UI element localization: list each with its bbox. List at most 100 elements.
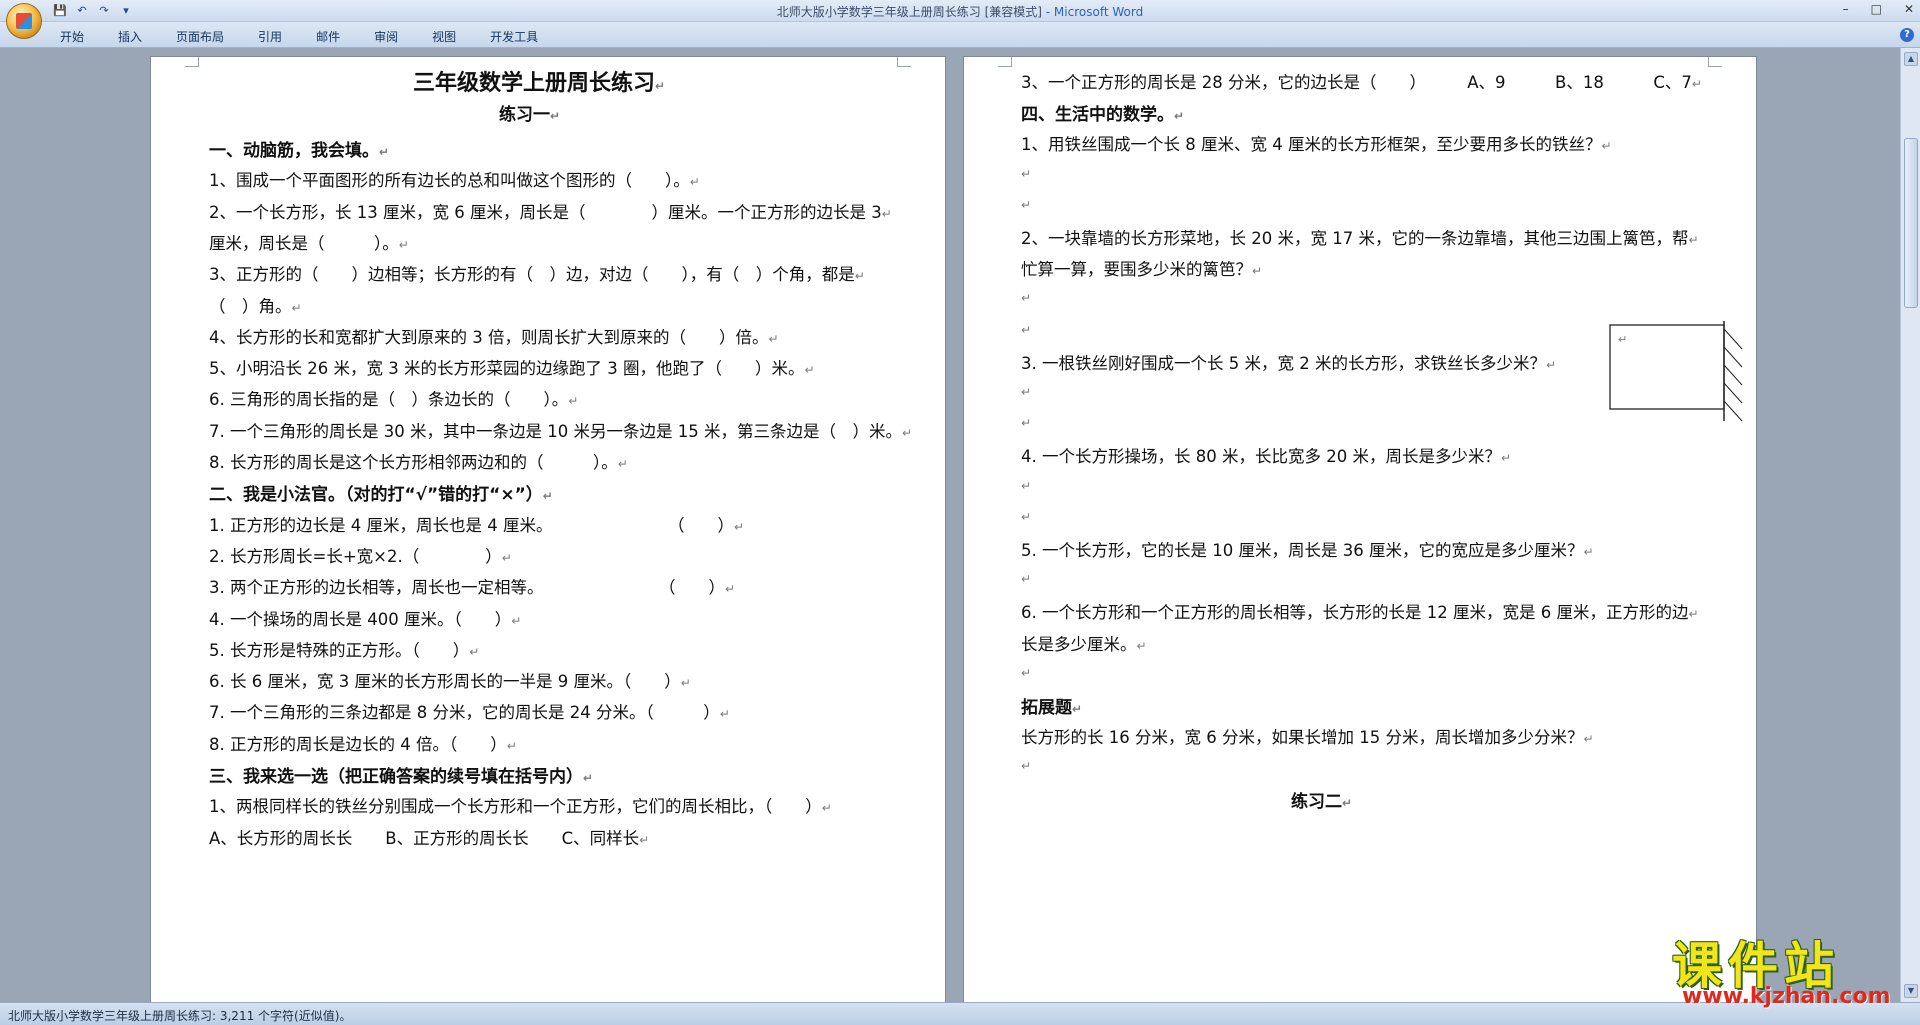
paragraph-mark: ↵ — [1021, 509, 1032, 524]
left-page-content[interactable]: 三年级数学上册周长练习↵ 练习一↵ 一、动脑筋，我会填。↵ 1、围成一个平面图形的… — [209, 57, 912, 1002]
maximize-button[interactable]: □ — [1871, 2, 1882, 16]
line-text: 5. 一个长方形，它的长是 10 厘米，周长是 36 厘米，它的宽应是多少厘米？ — [1021, 541, 1584, 560]
line-text: 2、一个长方形，长 13 厘米，宽 6 厘米，周长是（ ）厘米。一个正方形的边长… — [209, 202, 882, 222]
text-line: 2. 长方形周长=长+宽×2.（ ）↵ — [209, 543, 512, 567]
paragraph-mark: ↵ — [680, 676, 691, 691]
line-text: 6. 一个长方形和一个正方形的周长相等，长方形的长是 12 厘米，宽是 6 厘米… — [1021, 603, 1689, 623]
help-icon[interactable]: ? — [1900, 28, 1914, 42]
line-text: 8. 长方形的周长是这个长方形相邻两边和的（ ）。 — [209, 453, 618, 472]
ribbon-tab[interactable]: 插入 — [118, 28, 142, 45]
line-text: 7. 一个三角形的周长是 30 米，其中一条边是 10 米另一条边是 15 米，… — [209, 421, 902, 441]
paragraph-mark: ↵ — [1342, 795, 1353, 810]
office-logo-icon — [16, 13, 32, 29]
paragraph-mark: ↵ — [1174, 109, 1185, 124]
text-line: ↵ — [1021, 194, 1031, 213]
line-text: 一、动脑筋，我会填。 — [209, 141, 379, 161]
vertical-scrollbar[interactable]: ▲ ▼ — [1900, 48, 1920, 1002]
ribbon-tabs: 开始 插入 页面布局 引用 邮件 审阅 视图 开发工具 — [60, 28, 572, 45]
text-line: 7. 一个三角形的三条边都是 8 分米，它的周长是 24 分米。（ ）↵ — [209, 699, 730, 723]
paragraph-mark: ↵ — [1583, 545, 1594, 559]
paragraph-mark: ↵ — [1021, 665, 1032, 680]
line-text: 4. 一个长方形操场，长 80 米，长比宽多 20 米，周长是多少米？ — [1021, 447, 1501, 467]
text-line: ↵ — [1021, 755, 1031, 774]
text-line: ↵ — [1021, 475, 1031, 494]
paragraph-mark: ↵ — [1691, 77, 1702, 91]
text-line: 1、围成一个平面图形的所有边长的总和叫做这个图形的（ ）。↵ — [209, 167, 700, 191]
paragraph-mark: ↵ — [768, 331, 779, 346]
ribbon-tab[interactable]: 视图 — [432, 28, 456, 45]
text-line: 6. 三角形的周长指的是（ ）条边长的（ ）。↵ — [209, 386, 578, 410]
text-line: ↵ — [1021, 287, 1031, 306]
minimize-button[interactable]: – — [1843, 2, 1849, 16]
line-text: 4. 一个操场的周长是 400 厘米。（ ） — [209, 609, 512, 629]
paragraph-mark: ↵ — [398, 237, 409, 252]
document-title: 北师大版小学数学三年级上册周长练习 [兼容模式] — [776, 5, 1042, 19]
line-text: 3、一个正方形的周长是 28 分米，它的边长是（ ） A、9 B、18 C、7 — [1021, 73, 1692, 92]
text-line: 4、长方形的长和宽都扩大到原来的 3 倍，则周长扩大到原来的（ ）倍。↵ — [209, 324, 779, 348]
text-line: 长方形的长 16 分米，宽 6 分米，如果长增加 15 分米，周长增加多少分米？… — [1021, 724, 1594, 748]
paragraph-mark: ↵ — [1688, 607, 1699, 622]
text-line: 忙算一算，要围多少米的篱笆？↵ — [1021, 256, 1262, 280]
paragraph-mark: ↵ — [1136, 638, 1147, 653]
ribbon-tab[interactable]: 引用 — [258, 28, 282, 45]
paragraph-mark: ↵ — [1021, 478, 1032, 493]
scrollbar-thumb[interactable] — [1904, 138, 1918, 308]
scroll-up-icon[interactable]: ▲ — [1904, 52, 1918, 66]
paragraph-mark: ↵ — [617, 457, 628, 471]
ribbon-tab[interactable]: 页面布局 — [176, 28, 224, 45]
line-text: 三、我来选一选（把正确答案的续号填在括号内） — [209, 767, 583, 787]
line-text: 2、一块靠墙的长方形菜地，长 20 米，宽 17 米，它的一条边靠墙，其他三边围… — [1021, 229, 1689, 248]
line-text: 3. 两个正方形的边长相等，周长也一定相等。 （ ） — [209, 578, 725, 598]
text-line: 3、正方形的（ ）边相等；长方形的有（ ）边，对边（ ），有（ ）个角，都是↵ — [209, 261, 865, 285]
page-right: ↵ 3、一个正方形的周长是 28 分米，它的边长是（ ） A、9 B、18 C、… — [963, 56, 1757, 1002]
paragraph-mark: ↵ — [501, 550, 512, 565]
section-heading: 四、生活中的数学。↵ — [1021, 100, 1184, 125]
line-text: 8. 正方形的周长是边长的 4 倍。（ ） — [209, 734, 507, 754]
window-controls: – □ ✕ — [1843, 2, 1914, 16]
status-text: 北师大版小学数学三年级上册周长练习: 3,211 个字符(近似值)。 — [8, 1009, 352, 1023]
text-line: 1、用铁丝围成一个长 8 厘米、宽 4 厘米的长方形框架，至少要用多长的铁丝？↵ — [1021, 131, 1612, 155]
margin-marker — [185, 57, 199, 67]
text-line: 2、一个长方形，长 13 厘米，宽 6 厘米，周长是（ ）厘米。一个正方形的边长… — [209, 199, 892, 223]
line-text: 6. 三角形的周长指的是（ ）条边长的（ ）。 — [209, 390, 569, 410]
paragraph-mark: ↵ — [1021, 572, 1032, 587]
line-text: 7. 一个三角形的三条边都是 8 分米，它的周长是 24 分米。（ ） — [209, 703, 720, 723]
paragraph-mark: ↵ — [689, 175, 700, 190]
text-line: 4. 一个操场的周长是 400 厘米。（ ）↵ — [209, 606, 521, 630]
paragraph-mark: ↵ — [854, 269, 865, 284]
document-workspace: 三年级数学上册周长练习↵ 练习一↵ 一、动脑筋，我会填。↵ 1、围成一个平面图形的… — [0, 48, 1900, 1002]
office-button[interactable] — [6, 3, 42, 39]
text-line: 厘米，周长是（ ）。↵ — [209, 230, 409, 254]
document-title-heading: 三年级数学上册周长练习↵ — [413, 71, 666, 96]
text-line: 3. 一根铁丝刚好围成一个长 5 米，宽 2 米的长方形，求铁丝长多少米？↵ — [1021, 350, 1556, 374]
ribbon-tab[interactable]: 审阅 — [374, 28, 398, 45]
ribbon-tab[interactable]: 开始 — [60, 28, 84, 45]
paragraph-mark: ↵ — [881, 206, 892, 221]
paragraph-mark: ↵ — [639, 832, 650, 847]
fence-rectangle-diagram: ↵ — [1609, 321, 1743, 422]
ribbon-tab[interactable]: 开发工具 — [490, 28, 538, 45]
paragraph-mark: ↵ — [733, 519, 745, 534]
svg-text:↵: ↵ — [1618, 333, 1627, 346]
text-line: ↵ — [1021, 163, 1031, 182]
text-line: 8. 正方形的周长是边长的 4 倍。（ ）↵ — [209, 731, 517, 755]
exercise-subtitle: 练习一↵ — [499, 105, 561, 125]
paragraph-mark: ↵ — [469, 644, 480, 659]
text-line: ↵ — [1021, 662, 1031, 681]
line-text: 长方形的长 16 分米，宽 6 分米，如果长增加 15 分米，周长增加多少分米？ — [1021, 728, 1584, 748]
line-text: 4、长方形的长和宽都扩大到原来的 3 倍，则周长扩大到原来的（ ）倍。 — [209, 327, 769, 347]
paragraph-mark: ↵ — [821, 801, 832, 816]
text-line: A、长方形的周长长 B、正方形的周长长 C、同样长↵ — [209, 825, 649, 849]
close-button[interactable]: ✕ — [1904, 2, 1914, 16]
paragraph-mark: ↵ — [511, 613, 522, 628]
line-text: 3、正方形的（ ）边相等；长方形的有（ ）边，对边（ ），有（ ）个角，都是 — [209, 265, 855, 285]
line-text: 1、两根同样长的铁丝分别围成一个长方形和一个正方形，它们的周长相比，（ ） — [209, 797, 822, 817]
section-heading: 练习二↵ — [1291, 787, 1352, 812]
text-line: 8. 长方形的周长是这个长方形相邻两边和的（ ）。↵ — [209, 449, 628, 473]
ribbon-tab[interactable]: 邮件 — [316, 28, 340, 45]
section-heading: 二、我是小法官。（对的打“√”错的打“×”）↵ — [209, 480, 553, 505]
paragraph-mark: ↵ — [291, 300, 302, 315]
right-page-content[interactable]: ↵ 3、一个正方形的周长是 28 分米，它的边长是（ ） A、9 B、18 C、… — [1021, 57, 1743, 1002]
line-text: 厘米，周长是（ ）。 — [209, 233, 399, 253]
paragraph-mark: ↵ — [1500, 451, 1512, 466]
